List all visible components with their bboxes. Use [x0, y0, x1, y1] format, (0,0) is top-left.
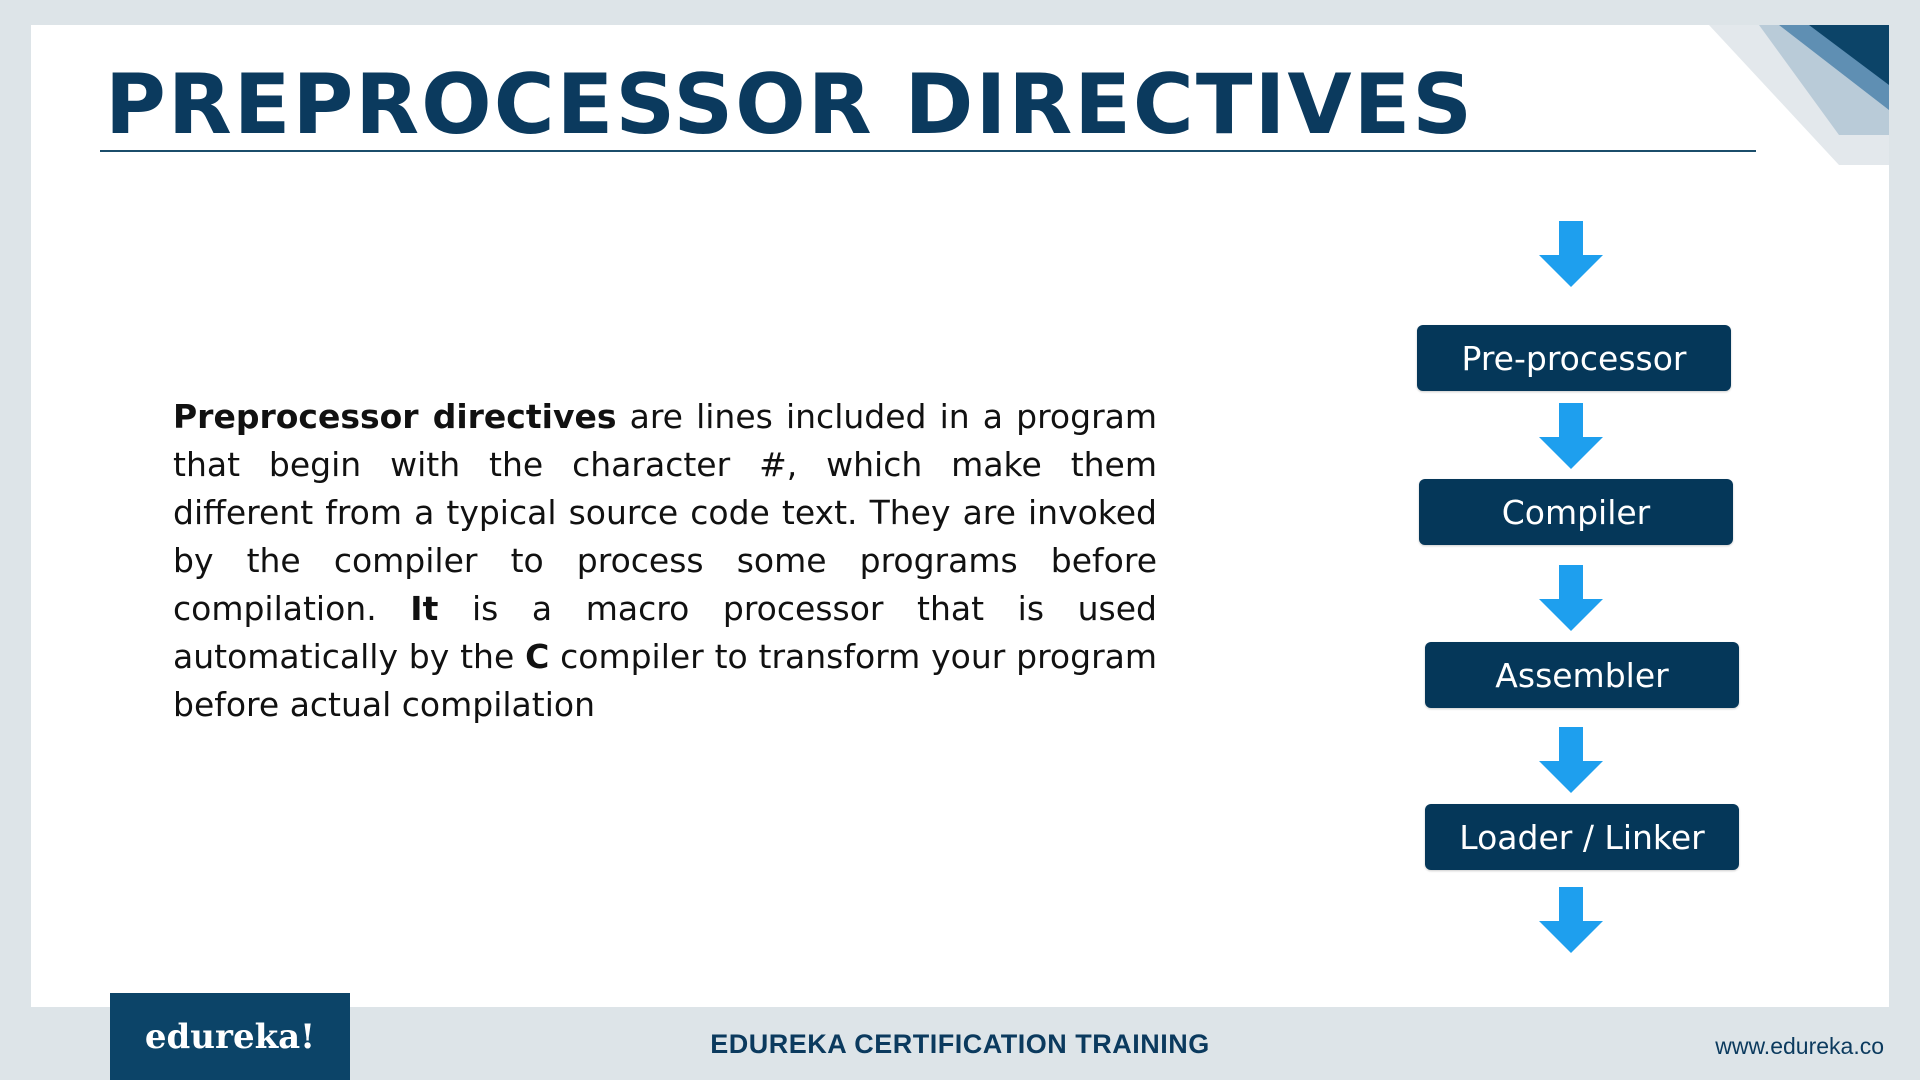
flow-step-preprocessor: Pre-processor — [1417, 325, 1731, 391]
flow-step-loader-linker: Loader / Linker — [1425, 804, 1739, 870]
arrow-down-icon — [1539, 727, 1603, 793]
footer-title: EDUREKA CERTIFICATION TRAINING — [710, 1029, 1210, 1059]
flow-step-label: Pre-processor — [1461, 338, 1687, 378]
body-paragraph: Preprocessor directives are lines includ… — [173, 393, 1157, 729]
arrow-down-icon — [1539, 403, 1603, 469]
body-emphasis: C — [525, 637, 550, 676]
flow-step-label: Loader / Linker — [1459, 817, 1705, 857]
body-emphasis: Preprocessor directives — [173, 397, 617, 436]
corner-decoration — [1709, 25, 1889, 165]
compilation-flow: Pre-processor Compiler Assembler Loader … — [1391, 221, 1751, 981]
flow-step-compiler: Compiler — [1419, 479, 1733, 545]
title-underline — [100, 150, 1756, 152]
flow-step-label: Assembler — [1495, 655, 1669, 695]
arrow-down-icon — [1539, 565, 1603, 631]
flow-step-label: Compiler — [1501, 492, 1651, 532]
slide: PREPROCESSOR DIRECTIVES Preprocessor dir… — [31, 25, 1889, 1007]
arrow-down-icon — [1539, 887, 1603, 953]
body-emphasis: It — [410, 589, 439, 628]
flow-step-assembler: Assembler — [1425, 642, 1739, 708]
arrow-down-icon — [1539, 221, 1603, 287]
slide-title: PREPROCESSOR DIRECTIVES — [105, 56, 1475, 153]
footer-url: www.edureka.co — [1715, 1033, 1884, 1059]
